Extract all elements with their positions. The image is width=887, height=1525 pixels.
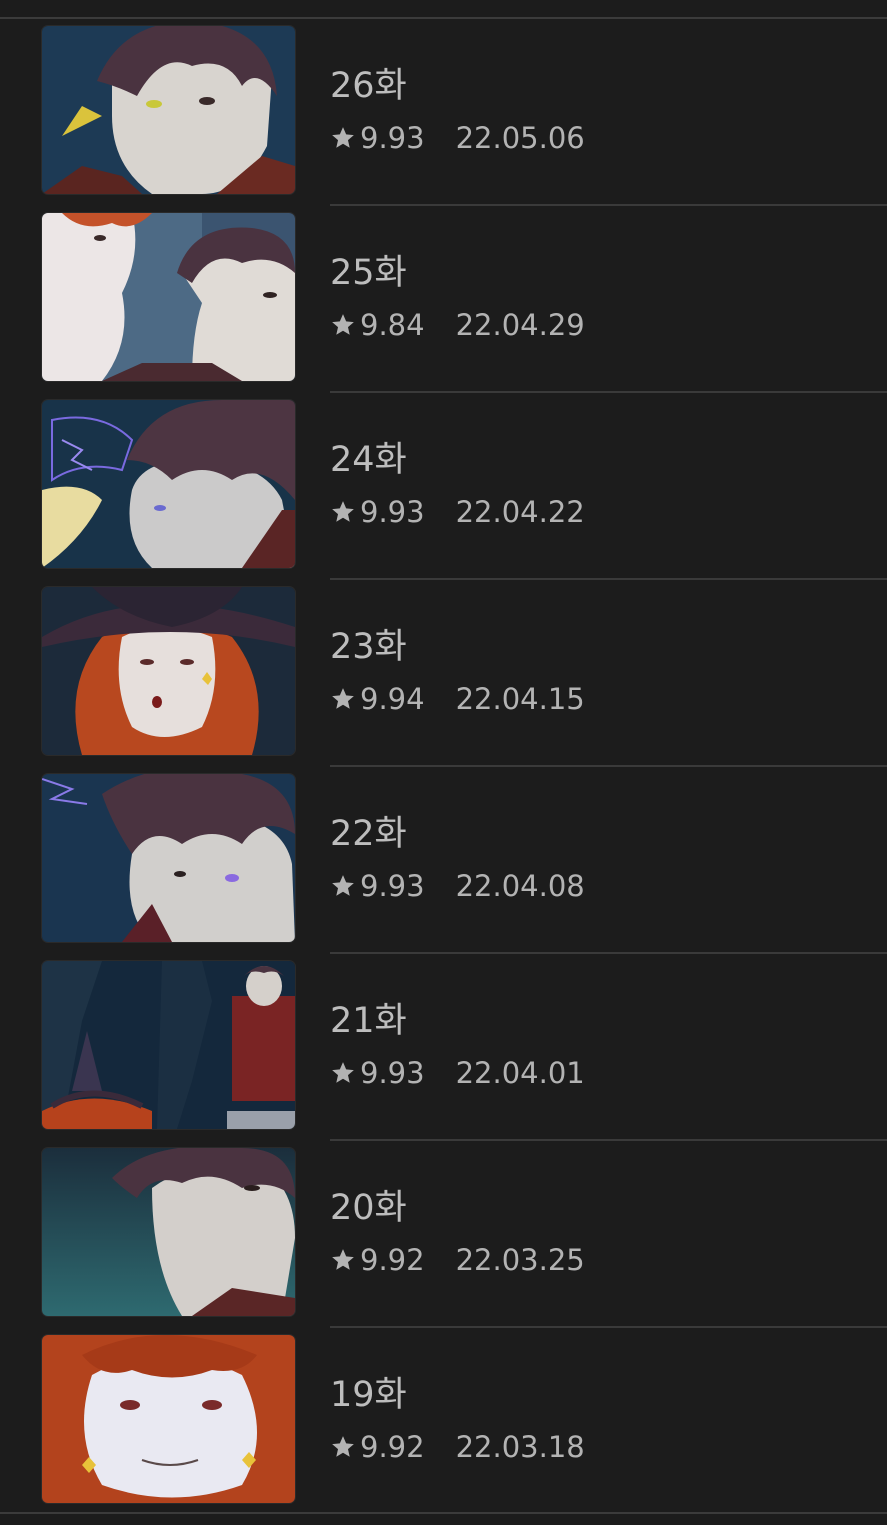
episode-meta: 9.84 22.04.29: [330, 307, 585, 343]
episode-meta: 9.93 22.04.08: [330, 868, 585, 904]
episode-date: 22.04.29: [455, 308, 585, 342]
star-icon: [330, 1247, 356, 1273]
episode-rating: 9.93: [360, 869, 425, 903]
episode-meta: 9.93 22.04.01: [330, 1055, 585, 1091]
bottom-divider: [0, 1512, 887, 1514]
star-icon: [330, 312, 356, 338]
episode-rating: 9.92: [360, 1430, 425, 1464]
star-icon: [330, 686, 356, 712]
episode-rating: 9.92: [360, 1243, 425, 1277]
episode-meta: 9.93 22.04.22: [330, 494, 585, 530]
episode-date: 22.05.06: [455, 121, 585, 155]
episode-row-20[interactable]: 20화 9.92 22.03.25: [0, 1141, 887, 1328]
episode-rating: 9.93: [360, 121, 425, 155]
star-icon: [330, 1060, 356, 1086]
episode-date: 22.04.15: [455, 682, 585, 716]
episode-row-25[interactable]: 25화 9.84 22.04.29: [0, 206, 887, 393]
star-icon: [330, 873, 356, 899]
thumbnail-witch-redhead: [42, 587, 295, 755]
episode-title: 21화: [330, 1001, 407, 1041]
thumbnail-man-closeup: [42, 26, 295, 194]
episode-meta: 9.92 22.03.18: [330, 1429, 585, 1465]
episode-thumbnail[interactable]: [42, 213, 295, 381]
episode-meta: 9.93 22.05.06: [330, 120, 585, 156]
episode-title: 26화: [330, 66, 407, 106]
episode-date: 22.03.25: [455, 1243, 585, 1277]
episode-title: 23화: [330, 627, 407, 667]
thumbnail-man-teal-bg: [42, 1148, 295, 1316]
star-icon: [330, 125, 356, 151]
episode-row-19[interactable]: 19화 9.92 22.03.18: [0, 1328, 887, 1515]
episode-meta: 9.94 22.04.15: [330, 681, 585, 717]
episode-date: 22.04.22: [455, 495, 585, 529]
thumbnail-redhead-and-man: [42, 213, 295, 381]
thumbnail-man-profile-lightning: [42, 400, 295, 568]
episode-title: 24화: [330, 440, 407, 480]
episode-rating: 9.84: [360, 308, 425, 342]
episode-meta: 9.92 22.03.25: [330, 1242, 585, 1278]
episode-row-23[interactable]: 23화 9.94 22.04.15: [0, 580, 887, 767]
episode-date: 22.04.01: [455, 1056, 585, 1090]
episode-rating: 9.93: [360, 495, 425, 529]
thumbnail-man-purple-eye: [42, 774, 295, 942]
episode-thumbnail[interactable]: [42, 774, 295, 942]
episode-thumbnail[interactable]: [42, 400, 295, 568]
star-icon: [330, 1434, 356, 1460]
episode-row-24[interactable]: 24화 9.93 22.04.22: [0, 393, 887, 580]
episode-date: 22.04.08: [455, 869, 585, 903]
episode-thumbnail[interactable]: [42, 587, 295, 755]
episode-title: 22화: [330, 814, 407, 854]
episode-row-26[interactable]: 26화 9.93 22.05.06: [0, 19, 887, 206]
episode-title: 25화: [330, 253, 407, 293]
episode-thumbnail[interactable]: [42, 1335, 295, 1503]
episode-rating: 9.93: [360, 1056, 425, 1090]
episode-list: 26화 9.93 22.05.06 25화 9.84 22.04.29 24화 …: [0, 19, 887, 1515]
thumbnail-redhead-smiling: [42, 1335, 295, 1503]
star-icon: [330, 499, 356, 525]
episode-rating: 9.94: [360, 682, 425, 716]
episode-title: 20화: [330, 1188, 407, 1228]
episode-thumbnail[interactable]: [42, 1148, 295, 1316]
episode-row-22[interactable]: 22화 9.93 22.04.08: [0, 767, 887, 954]
episode-thumbnail[interactable]: [42, 26, 295, 194]
episode-date: 22.03.18: [455, 1430, 585, 1464]
episode-row-21[interactable]: 21화 9.93 22.04.01: [0, 954, 887, 1141]
episode-thumbnail[interactable]: [42, 961, 295, 1129]
episode-title: 19화: [330, 1375, 407, 1415]
thumbnail-cave-scene: [42, 961, 295, 1129]
